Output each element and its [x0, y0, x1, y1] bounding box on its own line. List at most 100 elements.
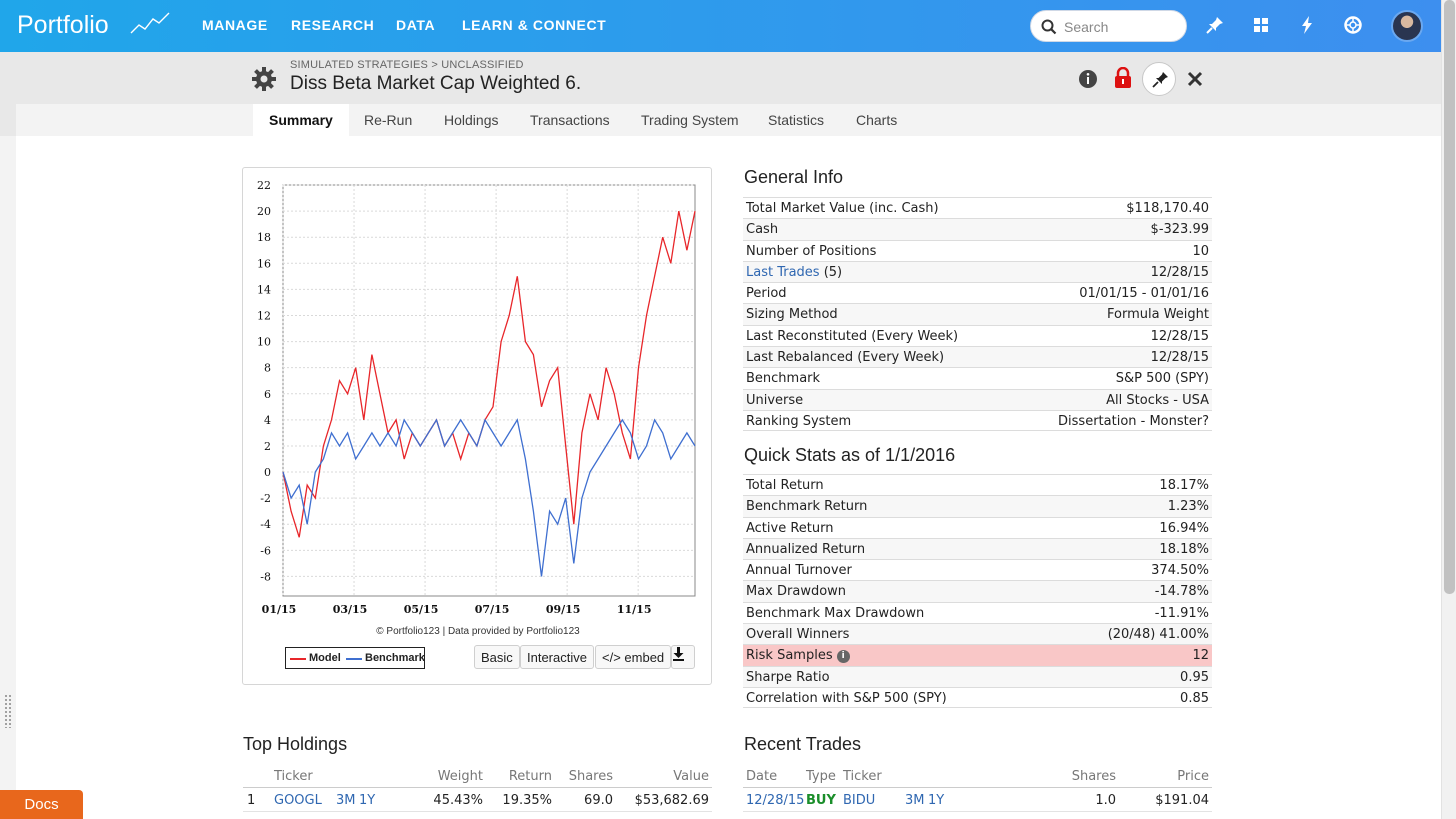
col-type[interactable]: Type: [806, 769, 836, 784]
y-tick-label: -2: [260, 492, 271, 505]
y-tick-label: -4: [260, 518, 271, 531]
stat-key: Total Return: [746, 478, 824, 493]
stat-row: Benchmark Max Drawdown -11.91%: [743, 601, 1212, 623]
info-value: $-323.99: [1150, 222, 1209, 238]
top-holdings-title: Top Holdings: [243, 734, 348, 754]
pin-icon: [1152, 72, 1168, 88]
page-scrollbar[interactable]: [1441, 0, 1456, 819]
y-tick-label: 4: [264, 414, 271, 427]
x-tick-label: 09/15: [546, 603, 581, 616]
ticker-link[interactable]: GOOGL: [274, 793, 322, 808]
tab-re-run[interactable]: Re-Run: [348, 104, 428, 136]
stat-key: Benchmark Max Drawdown: [746, 605, 925, 621]
page-title: Diss Beta Market Cap Weighted 6.: [290, 73, 582, 94]
chart-1y-link[interactable]: 1Y: [359, 793, 375, 808]
info-key: Ranking System: [746, 413, 852, 429]
stat-key: Overall Winners: [746, 627, 850, 643]
tab-statistics[interactable]: Statistics: [752, 104, 840, 136]
chart-interactive-button[interactable]: Interactive: [520, 645, 594, 669]
nav-data[interactable]: DATA: [396, 17, 435, 33]
search-input[interactable]: [1062, 17, 1180, 37]
chart-3m-link[interactable]: 3M: [905, 793, 925, 808]
info-key: Universe: [746, 392, 804, 408]
stat-key: Benchmark Return: [746, 499, 868, 515]
y-tick-label: 2: [264, 440, 271, 453]
x-tick-label: 01/15: [262, 603, 297, 616]
number-of-positions-value[interactable]: 10: [1192, 244, 1209, 259]
stat-row: Correlation with S&P 500 (SPY) 0.85: [743, 686, 1212, 709]
gear-icon[interactable]: [251, 66, 277, 97]
user-avatar[interactable]: [1391, 10, 1423, 42]
y-tick-label: 10: [257, 336, 271, 349]
general-info-title: General Info: [744, 167, 844, 187]
breadcrumb[interactable]: SIMULATED STRATEGIES > UNCLASSIFIED: [290, 59, 524, 71]
chart-3m-link[interactable]: 3M: [336, 793, 356, 808]
last-trades-date[interactable]: 12/28/15: [1151, 265, 1209, 280]
tab-transactions[interactable]: Transactions: [514, 104, 626, 136]
col-ticker[interactable]: Ticker: [843, 769, 882, 784]
last-trades-count: (5): [823, 264, 843, 280]
nav-manage[interactable]: MANAGE: [202, 17, 268, 33]
general-info-table: Total Market Value (inc. Cash) $118,170.4…: [743, 197, 1212, 432]
info-icon[interactable]: [1078, 69, 1098, 94]
tab-holdings[interactable]: Holdings: [428, 104, 514, 136]
tab-summary[interactable]: Summary: [253, 104, 349, 136]
info-value: S&P 500 (SPY): [1115, 371, 1209, 387]
pin-icon[interactable]: [1205, 15, 1225, 35]
x-tick-label: 11/15: [617, 603, 652, 616]
scrollbar-thumb[interactable]: [1444, 0, 1455, 594]
ticker-link[interactable]: BIDU: [843, 793, 875, 808]
col-ticker[interactable]: Ticker: [274, 769, 313, 784]
info-key: Last Rebalanced (Every Week): [746, 350, 945, 366]
dashboard-grid-icon[interactable]: [1251, 15, 1271, 35]
left-gutter: [0, 136, 16, 819]
col-date[interactable]: Date: [746, 769, 777, 784]
tab-trading-system[interactable]: Trading System: [625, 104, 755, 136]
col-value[interactable]: Value: [673, 769, 709, 784]
chart-basic-button[interactable]: Basic: [474, 645, 520, 669]
number-of-positions-link[interactable]: Number of Positions: [746, 244, 876, 259]
col-weight[interactable]: Weight: [438, 769, 483, 784]
return-value: 19.35%: [502, 793, 552, 808]
lock-icon[interactable]: [1113, 66, 1133, 94]
stat-key: Annual Turnover: [746, 563, 852, 579]
pin-strategy-button[interactable]: [1142, 62, 1176, 96]
chart-1y-link[interactable]: 1Y: [928, 793, 944, 808]
last-trades-link[interactable]: Last Trades: [746, 265, 820, 280]
stat-value: 16.94%: [1159, 520, 1209, 536]
stat-value: 18.18%: [1159, 541, 1209, 557]
col-price[interactable]: Price: [1177, 769, 1209, 784]
stat-row: Sharpe Ratio 0.95: [743, 665, 1212, 687]
resize-grip[interactable]: [4, 694, 12, 728]
lightning-icon[interactable]: [1297, 15, 1317, 35]
info-key: Last Reconstituted (Every Week): [746, 328, 959, 344]
info-key: Benchmark: [746, 371, 821, 387]
chart-download-button[interactable]: [671, 645, 695, 669]
value-amount: $53,682.69: [634, 793, 709, 808]
stat-row: Benchmark Return 1.23%: [743, 495, 1212, 517]
help-lifebuoy-icon[interactable]: [1343, 15, 1363, 35]
col-shares[interactable]: Shares: [1072, 769, 1116, 784]
col-shares[interactable]: Shares: [569, 769, 613, 784]
top-navbar: Portfolio MANAGE RESEARCH DATA LEARN & C…: [0, 0, 1441, 52]
legend-benchmark-label: Benchmark: [365, 652, 425, 664]
chart-embed-button[interactable]: </> embed: [595, 645, 672, 669]
nav-research[interactable]: RESEARCH: [291, 17, 374, 33]
trade-date-link[interactable]: 12/28/15: [746, 793, 804, 808]
search-box[interactable]: [1030, 10, 1187, 42]
top-holdings-table: Ticker Weight Return Shares Value 1 GOOG…: [243, 766, 712, 819]
ranking-system-link[interactable]: Dissertation - Monster?: [1058, 414, 1209, 429]
legend-model-swatch: [290, 658, 306, 660]
close-icon[interactable]: [1186, 70, 1204, 93]
info-icon[interactable]: i: [836, 650, 850, 664]
tab-charts[interactable]: Charts: [840, 104, 913, 136]
info-row: Sizing Method Formula Weight: [743, 303, 1212, 325]
docs-button[interactable]: Docs: [0, 790, 83, 819]
nav-learn-connect[interactable]: LEARN & CONNECT: [462, 17, 606, 33]
legend-benchmark-swatch: [346, 658, 362, 660]
y-tick-label: 6: [264, 388, 271, 401]
legend-model-label: Model: [309, 652, 341, 664]
col-return[interactable]: Return: [509, 769, 552, 784]
logo[interactable]: Portfolio: [17, 11, 109, 40]
stat-value: -14.78%: [1154, 584, 1209, 600]
